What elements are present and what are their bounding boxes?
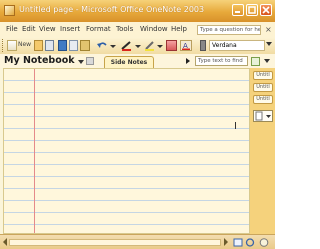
notebook-dropdown-icon[interactable]	[78, 60, 84, 64]
menu-insert[interactable]: Insert	[60, 25, 80, 33]
highlighter-icon[interactable]	[144, 40, 155, 51]
menu-format[interactable]: Format	[86, 25, 111, 33]
cut-icon[interactable]	[58, 40, 67, 51]
eraser-icon[interactable]	[166, 40, 177, 51]
undo-icon[interactable]	[96, 40, 108, 51]
text-cursor	[235, 122, 236, 129]
note-page[interactable]	[3, 68, 250, 234]
new-page-icon[interactable]	[253, 110, 273, 122]
undo-dropdown-icon[interactable]	[110, 40, 116, 51]
menu-tools[interactable]: Tools	[116, 25, 133, 33]
find-input[interactable]: Type text to find	[195, 56, 248, 66]
notebook-header: My Notebook Side Notes Type text to find	[0, 54, 275, 68]
page-tab-3[interactable]: Untitl	[253, 95, 273, 104]
paste-icon[interactable]	[80, 40, 90, 51]
font-name-select[interactable]: Verdana	[209, 40, 265, 51]
document-close-icon[interactable]: ×	[265, 25, 272, 34]
pen-dropdown-icon[interactable]	[135, 40, 141, 51]
maximize-icon[interactable]	[246, 4, 258, 16]
copy-icon[interactable]	[69, 40, 78, 51]
full-page-view-icon[interactable]	[233, 238, 243, 247]
notebook-title[interactable]: My Notebook	[4, 55, 75, 66]
menu-help[interactable]: Help	[171, 25, 187, 33]
toolbar-grip[interactable]	[2, 39, 5, 52]
font-color-icon[interactable]: A	[180, 40, 192, 51]
onenote-window: Untitled page - Microsoft Office OneNote…	[0, 0, 275, 249]
new-page-icon[interactable]	[7, 40, 17, 51]
menu-edit[interactable]: Edit	[22, 25, 36, 33]
close-icon[interactable]	[260, 4, 272, 16]
page-margin-line	[34, 69, 35, 233]
pen-icon[interactable]	[120, 40, 133, 51]
horizontal-scrollbar[interactable]	[9, 239, 221, 246]
menu-window[interactable]: Window	[140, 25, 168, 33]
play-arrow-icon[interactable]	[186, 58, 190, 64]
page-setup-icon[interactable]	[245, 238, 255, 247]
minimize-icon[interactable]	[232, 4, 244, 16]
scroll-right-icon[interactable]	[223, 238, 229, 246]
notebook-list-icon[interactable]	[86, 57, 94, 65]
new-button-label[interactable]: New	[18, 41, 31, 52]
font-box-icon[interactable]	[200, 40, 206, 51]
window-title: Untitled page - Microsoft Office OneNote…	[19, 5, 205, 14]
find-go-icon[interactable]	[251, 57, 260, 66]
page-tab-2[interactable]: Untitl	[253, 83, 273, 92]
find-dropdown-icon[interactable]	[264, 59, 270, 63]
menu-file[interactable]: File	[6, 25, 18, 33]
font-dropdown-icon[interactable]	[266, 42, 272, 46]
title-bar: Untitled page - Microsoft Office OneNote…	[0, 0, 275, 23]
help-icon[interactable]	[259, 238, 269, 247]
status-bar	[0, 234, 275, 249]
onenote-app-icon[interactable]	[4, 5, 15, 16]
help-search-input[interactable]: Type a question for help	[197, 25, 261, 35]
standard-toolbar: New A Verdana	[0, 37, 275, 55]
scroll-left-icon[interactable]	[2, 238, 8, 246]
menu-bar: File Edit View Insert Format Tools Windo…	[0, 22, 275, 38]
section-tab-side-notes[interactable]: Side Notes	[104, 56, 154, 68]
highlighter-dropdown-icon[interactable]	[157, 40, 163, 51]
menu-view[interactable]: View	[39, 25, 56, 33]
page-tabs-strip: Untitl Untitl Untitl	[250, 68, 275, 234]
open-icon[interactable]	[34, 40, 43, 51]
page-tab-1[interactable]: Untitl	[253, 71, 273, 80]
print-icon[interactable]	[45, 40, 54, 51]
